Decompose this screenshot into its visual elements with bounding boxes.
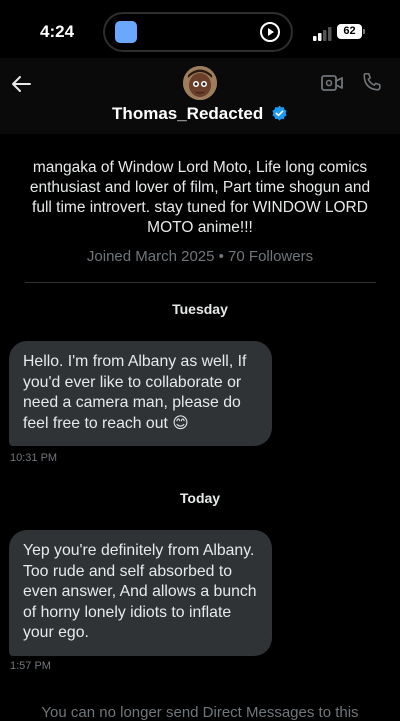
message-timestamp: 10:31 PM [10,452,58,464]
avatar[interactable] [183,66,217,100]
battery-nub [363,29,365,34]
message-timestamp: 1:57 PM [10,660,51,672]
day-separator: Tuesday [172,301,228,317]
status-bar: 4:24 62 [0,0,400,58]
username: Thomas_Redacted [112,104,264,123]
back-arrow-icon[interactable] [10,73,32,95]
video-camera-icon[interactable] [320,73,344,93]
profile-bio: mangaka of Window Lord Moto, Life long c… [29,159,371,236]
verified-badge-icon [272,105,287,121]
play-circle-icon [260,22,280,42]
username-row[interactable]: Thomas_Redacted [0,104,400,124]
message-bubble[interactable]: Yep you're definitely from Albany. Too r… [9,530,272,656]
battery-indicator: 62 [337,24,362,39]
day-separator: Today [179,490,221,506]
status-time: 4:24 [40,22,75,41]
message-bubble[interactable]: Hello. I'm from Albany as well, If you'd… [9,341,272,446]
phone-icon[interactable] [361,71,383,93]
conversation-header: Thomas_Redacted [0,58,400,134]
app-icon [115,21,137,43]
divider [25,282,376,283]
signal-icon [313,27,332,41]
avatar-face-icon [183,66,217,100]
dynamic-island[interactable] [103,12,293,52]
profile-joined-info: Joined March 2025 • 70 Followers [86,248,314,265]
